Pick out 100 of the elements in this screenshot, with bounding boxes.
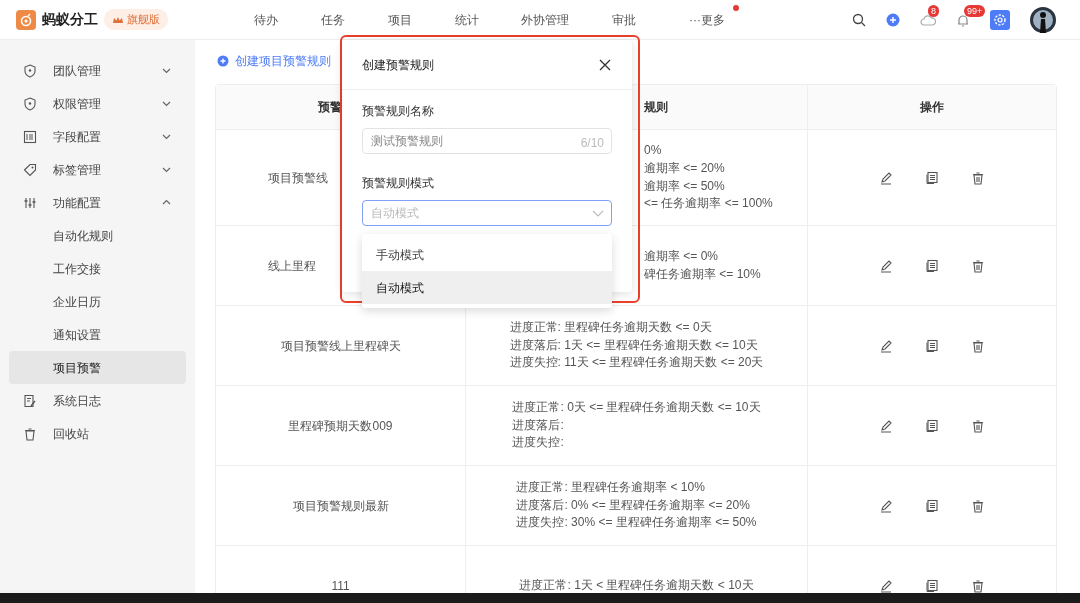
sidebar-subitem[interactable]: 自动化规则 xyxy=(9,219,186,252)
add-button[interactable] xyxy=(886,12,900,27)
nav-tab[interactable]: 统计 xyxy=(433,10,500,29)
rule-text: 进度正常: 里程碑任务逾期天数 <= 0天 xyxy=(509,319,712,337)
nav-tab[interactable]: 审批 xyxy=(590,10,657,29)
copy-icon xyxy=(925,258,939,273)
edit-icon xyxy=(879,578,893,593)
sidebar-subitem[interactable]: 通知设置 xyxy=(9,318,186,351)
trash-icon xyxy=(971,498,985,513)
search-button[interactable] xyxy=(852,12,866,27)
chevron-down-icon xyxy=(592,208,604,219)
copy-button[interactable] xyxy=(925,338,939,353)
rule-text: 碑任务逾期率 <= 10% xyxy=(644,265,761,283)
field-label: 预警规则名称 xyxy=(362,103,435,120)
copy-button[interactable] xyxy=(925,258,939,273)
copy-icon xyxy=(925,418,939,433)
avatar-icon xyxy=(1030,6,1056,33)
column-header: 规则 xyxy=(644,99,668,116)
edit-button[interactable] xyxy=(879,418,893,433)
edit-button[interactable] xyxy=(879,258,893,273)
mode-select[interactable]: 自动模式 xyxy=(362,200,612,226)
sliders-icon xyxy=(23,195,37,210)
cloud-icon xyxy=(920,12,936,27)
trash-icon xyxy=(971,338,985,353)
shield-icon xyxy=(23,63,37,78)
edit-button[interactable] xyxy=(879,170,893,185)
create-rule-link[interactable]: 创建项目预警规则 xyxy=(215,52,331,70)
nav-tab[interactable]: 外协管理 xyxy=(500,10,590,29)
delete-button[interactable] xyxy=(971,498,985,513)
copy-button[interactable] xyxy=(925,170,939,185)
edit-icon xyxy=(879,418,893,433)
sidebar-item[interactable]: 团队管理 xyxy=(9,54,186,87)
table-cell-text: 项目预警线 xyxy=(268,169,328,187)
delete-button[interactable] xyxy=(971,170,985,185)
sidebar-item[interactable]: 系统日志 xyxy=(9,384,186,417)
sidebar-subitem[interactable]: 企业日历 xyxy=(9,285,186,318)
rule-text: 进度正常: 0天 <= 里程碑任务逾期天数 <= 10天 xyxy=(512,399,761,417)
rule-text: 逾期率 <= 20% xyxy=(644,159,725,177)
sidebar-subitem[interactable]: 项目预警 xyxy=(9,351,186,384)
nav-tab[interactable]: 项目 xyxy=(366,10,433,29)
rule-text: 进度正常: 里程碑任务逾期率 < 10% xyxy=(516,479,705,497)
dropdown-option[interactable]: 手动模式 xyxy=(362,238,612,271)
bell-icon xyxy=(956,12,970,27)
logo-icon xyxy=(16,9,36,30)
sidebar-item[interactable]: 权限管理 xyxy=(9,87,186,120)
column-header: 操作 xyxy=(920,99,944,116)
copy-button[interactable] xyxy=(925,578,939,593)
sidebar-item[interactable]: 回收站 xyxy=(9,417,186,450)
table-cell-text: 里程碑预期天数009 xyxy=(288,417,393,435)
nav-tab[interactable]: ···更多 xyxy=(657,10,757,29)
nav-tab[interactable]: 任务 xyxy=(299,10,366,29)
copy-button[interactable] xyxy=(925,418,939,433)
edit-button[interactable] xyxy=(879,498,893,513)
trash-icon xyxy=(971,258,985,273)
sidebar-item[interactable]: 字段配置 xyxy=(9,120,186,153)
trash-icon xyxy=(971,418,985,433)
edit-button[interactable] xyxy=(879,338,893,353)
delete-button[interactable] xyxy=(971,578,985,593)
tag-icon xyxy=(23,162,37,177)
edit-icon xyxy=(879,498,893,513)
rule-text: 进度落后: 0% <= 里程碑任务逾期率 <= 20% xyxy=(516,496,750,514)
rule-text: 逾期率 <= 50% xyxy=(644,177,725,195)
nav-tab[interactable]: 待办 xyxy=(232,10,299,29)
rule-text: 进度失控: 30% <= 里程碑任务逾期率 <= 50% xyxy=(516,514,757,532)
settings-icon xyxy=(993,12,1007,27)
rule-text: 进度正常: 1天 < 里程碑任务逾期天数 < 10天 xyxy=(519,576,754,593)
app-name: 蚂蚁分工 xyxy=(42,10,98,29)
rule-text: <= 任务逾期率 <= 100% xyxy=(644,195,773,213)
sidebar-item[interactable]: 标签管理 xyxy=(9,153,186,186)
rule-text: 进度落后: 1天 <= 里程碑任务逾期天数 <= 10天 xyxy=(509,336,758,354)
form-icon xyxy=(23,129,37,144)
delete-button[interactable] xyxy=(971,338,985,353)
avatar[interactable] xyxy=(1030,6,1056,33)
notification-button[interactable] xyxy=(956,12,970,27)
sidebar-subitem[interactable]: 工作交接 xyxy=(9,252,186,285)
search-icon xyxy=(852,12,866,27)
edit-icon xyxy=(879,170,893,185)
copy-button[interactable] xyxy=(925,498,939,513)
document-icon xyxy=(23,393,37,408)
cloud-button[interactable] xyxy=(920,12,936,27)
delete-button[interactable] xyxy=(971,258,985,273)
table-cell-text: 项目预警线上里程碑天 xyxy=(280,337,401,355)
rule-text: 0% xyxy=(644,142,662,160)
rule-text: 进度失控: 11天 <= 里程碑任务逾期天数 <= 20天 xyxy=(509,354,764,372)
edit-icon xyxy=(879,258,893,273)
rule-text: 进度失控: xyxy=(512,434,564,452)
edit-button[interactable] xyxy=(879,578,893,593)
rule-text: 逾期率 <= 0% xyxy=(644,247,719,265)
close-button[interactable] xyxy=(598,57,612,72)
close-icon xyxy=(598,57,612,72)
copy-icon xyxy=(925,170,939,185)
character-counter: 6/10 xyxy=(580,135,604,152)
sidebar-item[interactable]: 功能配置 xyxy=(9,186,186,219)
delete-button[interactable] xyxy=(971,418,985,433)
field-label: 预警规则模式 xyxy=(362,175,435,192)
settings-button[interactable] xyxy=(990,9,1010,30)
trash-icon xyxy=(23,426,37,441)
rule-text: 进度落后: xyxy=(512,416,564,434)
dropdown-option[interactable]: 自动模式 xyxy=(362,271,612,304)
dialog-title: 创建预警规则 xyxy=(362,56,434,74)
